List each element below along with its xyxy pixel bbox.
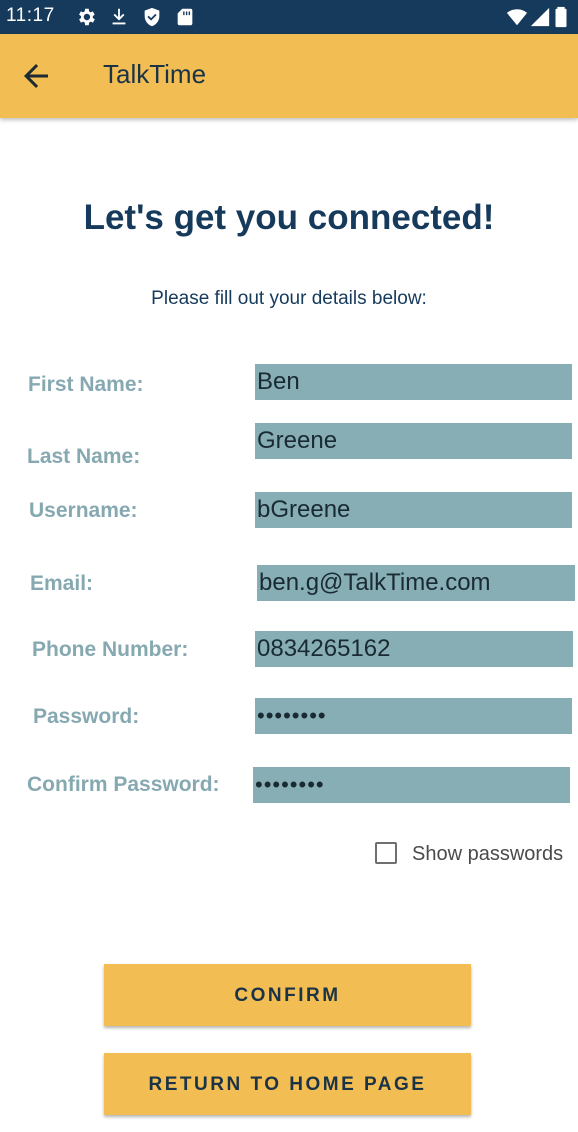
gear-icon xyxy=(79,8,95,26)
first-name-input[interactable] xyxy=(255,364,572,400)
confirm-password-input[interactable] xyxy=(253,767,570,803)
cell-signal-icon xyxy=(530,7,550,27)
email-label: Email: xyxy=(30,572,94,595)
username-input[interactable] xyxy=(255,492,572,528)
battery-icon xyxy=(555,6,567,28)
app-title: TalkTime xyxy=(103,59,207,89)
confirm-password-label: Confirm Password: xyxy=(27,773,220,796)
status-time: 11:17 xyxy=(6,5,55,26)
email-input[interactable] xyxy=(257,565,575,601)
phone-number-label: Phone Number: xyxy=(32,638,189,661)
sd-card-icon xyxy=(177,8,193,26)
show-passwords-checkbox[interactable] xyxy=(375,842,397,864)
app-bar: TalkTime xyxy=(0,34,578,118)
download-icon xyxy=(112,8,126,25)
last-name-input[interactable] xyxy=(255,423,572,459)
page-subheading: Please fill out your details below: xyxy=(151,288,427,309)
phone-number-input[interactable] xyxy=(255,631,573,667)
page-heading: Let's get you connected! xyxy=(83,198,495,237)
password-label: Password: xyxy=(33,705,140,728)
return-home-button[interactable]: RETURN TO HOME PAGE xyxy=(104,1053,471,1115)
status-bar: 11:17 xyxy=(0,0,578,34)
confirm-button[interactable]: CONFIRM xyxy=(104,964,471,1026)
first-name-label: First Name: xyxy=(28,373,144,396)
last-name-label: Last Name: xyxy=(27,445,141,468)
wifi-icon xyxy=(506,9,528,26)
show-passwords-label[interactable]: Show passwords xyxy=(412,843,563,866)
shield-icon xyxy=(144,7,160,27)
username-label: Username: xyxy=(29,499,138,522)
password-input[interactable] xyxy=(255,698,572,734)
arrow-left-icon[interactable] xyxy=(18,58,54,94)
